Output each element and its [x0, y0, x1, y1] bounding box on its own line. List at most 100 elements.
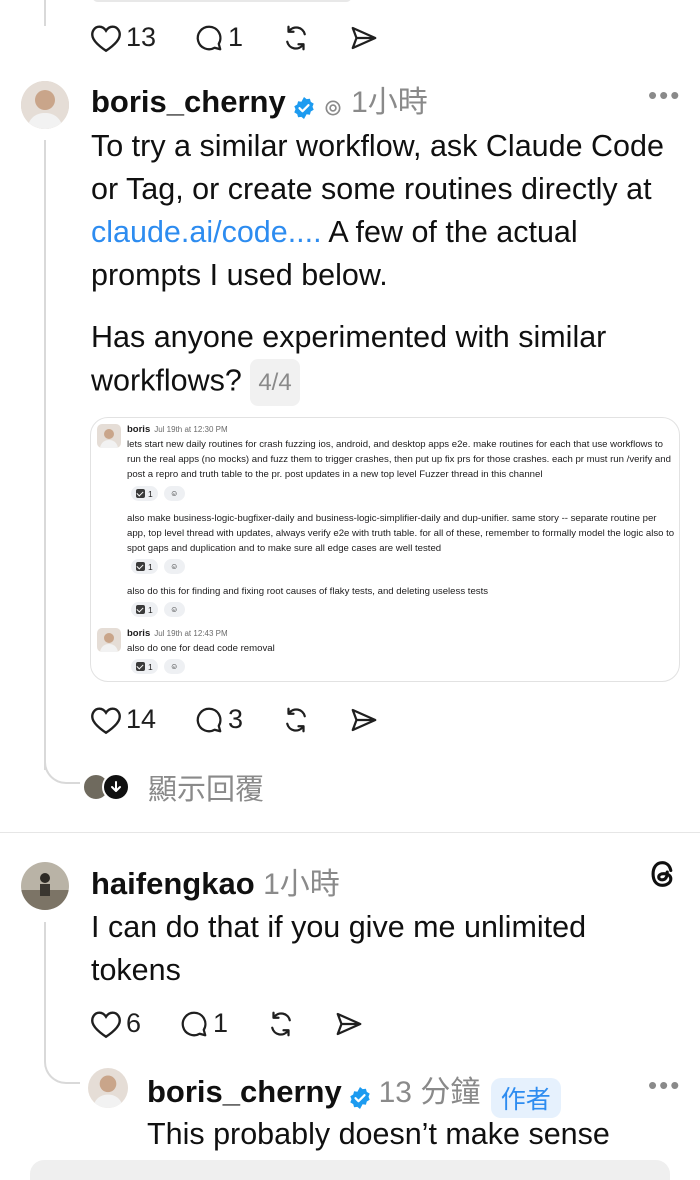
message-time: Jul 19th at 12:30 PM: [154, 425, 228, 434]
avatar: [97, 628, 121, 652]
like-button[interactable]: 6: [90, 1008, 141, 1039]
avatar: [97, 424, 121, 448]
thread-line: [44, 0, 46, 26]
show-replies-row[interactable]: 顯示回覆: [82, 766, 264, 808]
checkmark-icon: [136, 662, 145, 671]
attached-image[interactable]: boris Jul 19th at 12:30 PM lets start new…: [90, 417, 680, 682]
reaction-check[interactable]: 1: [131, 602, 158, 617]
comment-icon: [181, 1011, 207, 1036]
threads-logo-icon[interactable]: [646, 857, 680, 896]
avatar[interactable]: [21, 81, 69, 129]
post-body: This probably doesn’t make sense: [147, 1113, 687, 1156]
reactions: 1 ☺: [131, 486, 185, 501]
reactions: 1 ☺: [131, 559, 185, 574]
repost-button[interactable]: [281, 23, 311, 53]
post-text: To try a similar workflow, ask Claude Co…: [91, 129, 664, 206]
post-actions: 14 3: [90, 704, 417, 735]
repost-icon: [286, 25, 306, 50]
repost-button[interactable]: [281, 705, 311, 735]
verified-badge-icon: [350, 1086, 370, 1109]
top-post-actions: 13 1: [90, 22, 417, 53]
message-author: boris: [127, 424, 151, 435]
message-header: boris Jul 19th at 12:43 PM: [127, 628, 228, 639]
post-text: This probably doesn’t make sense: [147, 1117, 610, 1151]
reply-bar[interactable]: [30, 1160, 670, 1180]
username[interactable]: boris_cherny: [91, 84, 286, 119]
avatar[interactable]: [21, 862, 69, 910]
more-options-button[interactable]: •••: [648, 1070, 681, 1101]
divider: [0, 832, 700, 833]
like-count: 14: [126, 704, 157, 734]
username[interactable]: boris_cherny: [147, 1074, 342, 1109]
add-reaction-icon[interactable]: ☺: [163, 602, 185, 617]
more-options-button[interactable]: •••: [648, 80, 681, 111]
post-link[interactable]: claude.ai/code....: [91, 215, 322, 249]
arrow-down-icon: [102, 773, 130, 801]
checkmark-icon: [136, 605, 145, 614]
avatar[interactable]: [88, 1068, 128, 1108]
post-time: 1小時: [263, 868, 340, 901]
post-text: I can do that if you give me unlimited t…: [91, 910, 587, 987]
post-body: To try a similar workflow, ask Claude Co…: [91, 125, 686, 297]
post-actions: 6 1: [90, 1008, 402, 1039]
reply-count: 1: [213, 1008, 229, 1038]
message-text: also do this for finding and fixing root…: [127, 586, 489, 597]
comment-icon: [196, 25, 222, 50]
previous-post-tail: [92, 0, 492, 4]
like-count: 13: [126, 22, 157, 52]
username[interactable]: haifengkao: [91, 866, 255, 901]
reply-button[interactable]: 1: [194, 22, 243, 53]
message-header: boris Jul 19th at 12:30 PM: [127, 424, 228, 435]
reply-count: 3: [228, 704, 244, 734]
verified-badge-icon: [294, 96, 314, 119]
repost-button[interactable]: [266, 1009, 296, 1039]
comment-icon: [196, 707, 222, 732]
send-icon: [336, 1012, 362, 1035]
reaction-count: 1: [148, 561, 153, 572]
reaction-check[interactable]: 1: [131, 559, 158, 574]
thread-curve: [44, 1052, 80, 1084]
heart-icon: [91, 1010, 121, 1038]
thread-line: [44, 140, 46, 770]
author-badge: 作者: [490, 1077, 561, 1118]
message-time: Jul 19th at 12:43 PM: [154, 629, 228, 638]
message-text: lets start new daily routines for crash …: [127, 439, 671, 480]
post-body: I can do that if you give me unlimited t…: [91, 906, 671, 992]
post-header: haifengkao 1小時: [91, 859, 340, 903]
add-reaction-icon[interactable]: ☺: [163, 659, 185, 674]
post-time: 13 分鐘: [378, 1076, 481, 1109]
post-header: boris_cherny 13 分鐘 作者: [147, 1067, 561, 1118]
like-count: 6: [126, 1008, 142, 1038]
add-reaction-icon[interactable]: ☺: [163, 559, 185, 574]
heart-icon: [91, 706, 121, 734]
message-author: boris: [127, 628, 151, 639]
post-body-2: Has anyone experimented with similar wor…: [91, 316, 686, 406]
reaction-count: 1: [148, 661, 153, 672]
share-button[interactable]: [349, 705, 379, 735]
reply-button[interactable]: 1: [179, 1008, 228, 1039]
reaction-check[interactable]: 1: [131, 659, 158, 674]
reaction-count: 1: [148, 604, 153, 615]
share-button[interactable]: [334, 1009, 364, 1039]
heart-icon: [91, 24, 121, 52]
reaction-count: 1: [148, 488, 153, 499]
reactions: 1 ☺: [131, 659, 185, 674]
post-header: boris_cherny 1小時: [91, 77, 428, 121]
checkmark-icon: [136, 489, 145, 498]
send-icon: [351, 708, 377, 731]
checkmark-icon: [136, 562, 145, 571]
reaction-check[interactable]: 1: [131, 486, 158, 501]
share-button[interactable]: [349, 23, 379, 53]
thread-line: [44, 922, 46, 1062]
like-button[interactable]: 13: [90, 22, 156, 53]
thread-curve: [44, 752, 80, 784]
add-reaction-icon[interactable]: ☺: [163, 486, 185, 501]
message-text: also make business-logic-bugfixer-daily …: [127, 513, 675, 554]
post-text: Has anyone experimented with similar wor…: [91, 320, 607, 398]
repost-icon: [271, 1011, 291, 1036]
post-time: 1小時: [351, 86, 428, 119]
reply-button[interactable]: 3: [194, 704, 243, 735]
like-button[interactable]: 14: [90, 704, 156, 735]
show-replies-label: 顯示回覆: [148, 774, 265, 806]
page-indicator: 4/4: [250, 359, 300, 406]
